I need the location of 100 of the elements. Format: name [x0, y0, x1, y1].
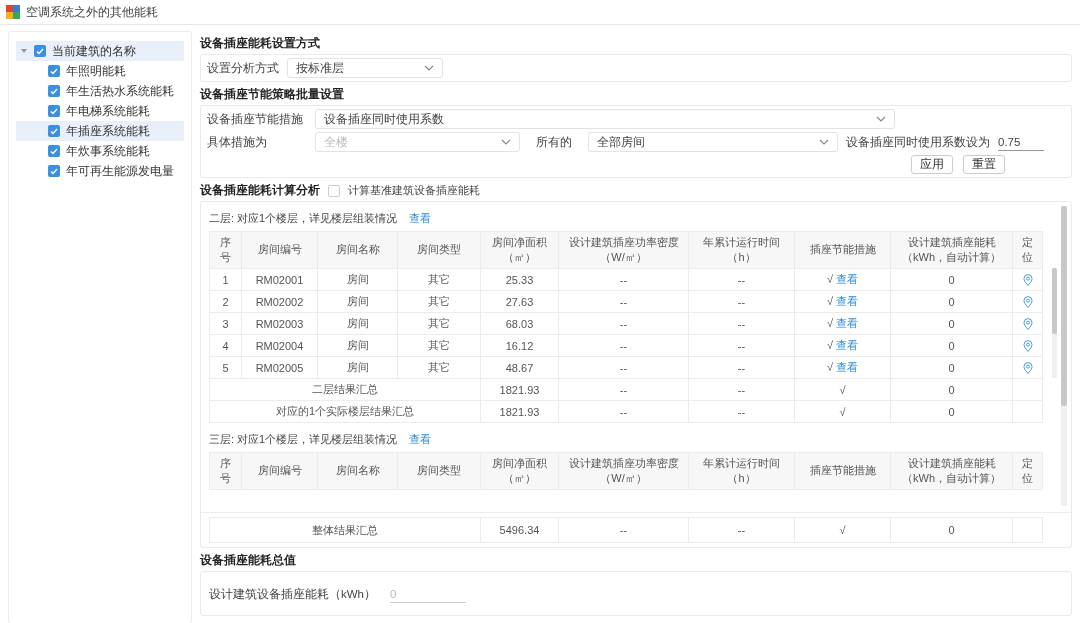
scrollbar[interactable] [1052, 268, 1057, 378]
checkbox[interactable] [48, 105, 60, 117]
table-cell: 68.03 [480, 312, 559, 335]
section-title: 设备插座节能策略批量设置 [200, 86, 345, 102]
section-title: 设备插座能耗设置方式 [200, 35, 321, 51]
view-link[interactable]: 查看 [836, 295, 859, 307]
column-header: 定位 [1012, 231, 1043, 269]
table-cell: 0 [890, 312, 1013, 335]
table-cell: -- [688, 400, 795, 423]
column-header: 年累计运行时间 （h） [688, 452, 795, 490]
table-cell: -- [558, 517, 689, 543]
table-cell: 0 [890, 290, 1013, 313]
tree-item[interactable]: 年电梯系统能耗 [16, 101, 184, 121]
table-cell: -- [558, 334, 689, 357]
chevron-down-icon [876, 116, 886, 122]
tree-item[interactable]: 年生活热水系统能耗 [16, 81, 184, 101]
location-pin-icon[interactable] [1022, 274, 1033, 287]
checkbox-label: 计算基准建筑设备插座能耗 [348, 183, 480, 198]
table-cell: 房间 [317, 312, 398, 335]
view-link[interactable]: 查看 [836, 339, 859, 351]
action-button[interactable]: 应用 [911, 155, 953, 174]
checkbox[interactable] [48, 125, 60, 137]
location-pin-icon[interactable] [1022, 296, 1033, 309]
table-cell: -- [688, 517, 795, 543]
column-header: 房间名称 [317, 452, 398, 490]
table-cell: √ [794, 400, 891, 423]
column-header: 年累计运行时间 （h） [688, 231, 795, 269]
table-cell: RM02004 [241, 334, 318, 357]
checkbox[interactable] [48, 165, 60, 177]
checkbox[interactable] [48, 145, 60, 157]
location-pin-icon[interactable] [1022, 340, 1033, 353]
checkbox[interactable] [48, 85, 60, 97]
table-cell: -- [558, 268, 689, 291]
tree-label: 年炊事系统能耗 [66, 143, 150, 159]
table-cell: -- [558, 400, 689, 423]
table-cell: 0 [890, 268, 1013, 291]
analysis-mode-dropdown[interactable]: 按标准层 [287, 58, 443, 78]
table-cell: √ [794, 378, 891, 401]
table-cell: 其它 [397, 290, 481, 313]
table-cell: 27.63 [480, 290, 559, 313]
checkbox[interactable] [48, 65, 60, 77]
field-label: 所有的 [536, 134, 572, 150]
table-cell: -- [688, 378, 795, 401]
app-logo-icon [6, 5, 20, 19]
rooms-dropdown[interactable]: 全部房间 [588, 132, 838, 152]
table-cell: 48.67 [480, 356, 559, 379]
tree-label: 年电梯系统能耗 [66, 103, 150, 119]
table-cell: RM02002 [241, 290, 318, 313]
measure-dropdown[interactable]: 设备插座同时使用系数 [315, 109, 895, 129]
action-button[interactable]: 重置 [963, 155, 1005, 174]
column-header: 房间净面积 （㎡） [480, 452, 559, 490]
tree-item[interactable]: 年插座系统能耗 [16, 121, 184, 141]
table-cell: -- [558, 378, 689, 401]
table-cell: 25.33 [480, 268, 559, 291]
table-cell: -- [558, 312, 689, 335]
view-link[interactable]: 查看 [836, 273, 859, 285]
table-cell: 其它 [397, 268, 481, 291]
expand-caret-icon[interactable] [20, 47, 28, 55]
column-header: 房间类型 [397, 452, 481, 490]
tree-label: 年生活热水系统能耗 [66, 83, 174, 99]
column-header: 插座节能措施 [794, 452, 891, 490]
section-title: 设备插座能耗计算分析 [200, 183, 320, 198]
view-link[interactable]: 查看 [836, 361, 859, 373]
table-cell: √ [794, 517, 891, 543]
table-cell: 3 [209, 312, 242, 335]
tree-item[interactable]: 年炊事系统能耗 [16, 141, 184, 161]
chevron-down-icon [501, 139, 511, 145]
view-link[interactable]: 查看 [836, 317, 859, 329]
tree-label: 年可再生能源发电量 [66, 163, 174, 179]
table-cell: -- [558, 290, 689, 313]
tree-label: 年插座系统能耗 [66, 123, 150, 139]
column-header: 房间类型 [397, 231, 481, 269]
location-pin-icon[interactable] [1022, 318, 1033, 331]
table-cell: 0 [890, 334, 1013, 357]
table-cell: 其它 [397, 356, 481, 379]
floor-caption: 二层: 对应1个楼层，详见楼层组装情况 [209, 211, 398, 226]
field-label: 具体措施为 [207, 134, 268, 150]
location-pin-icon[interactable] [1022, 362, 1033, 375]
checkbox[interactable] [34, 45, 46, 57]
table-cell: 0 [890, 356, 1013, 379]
table-cell: 二层结果汇总 [209, 378, 481, 401]
table-cell: -- [688, 290, 795, 313]
table-cell: 0 [890, 378, 1013, 401]
checkbox[interactable] [328, 184, 340, 197]
chevron-down-icon [424, 65, 434, 71]
view-link[interactable]: 查看 [409, 211, 432, 226]
view-link[interactable]: 查看 [409, 432, 432, 447]
table-cell: 0 [890, 400, 1013, 423]
check-mark: √ [826, 273, 833, 285]
tree-item[interactable]: 当前建筑的名称 [16, 41, 184, 61]
column-header: 定位 [1012, 452, 1043, 490]
tree-item[interactable]: 年照明能耗 [16, 61, 184, 81]
field-label: 设置分析方式 [207, 60, 279, 76]
table-cell: 0 [890, 517, 1013, 543]
check-mark: √ [826, 339, 833, 351]
table-cell: -- [688, 334, 795, 357]
scrollbar[interactable] [1061, 206, 1067, 506]
field-label: 设备插座同时使用系数设为 [846, 134, 990, 150]
tree-item[interactable]: 年可再生能源发电量 [16, 161, 184, 181]
table-cell: -- [688, 312, 795, 335]
